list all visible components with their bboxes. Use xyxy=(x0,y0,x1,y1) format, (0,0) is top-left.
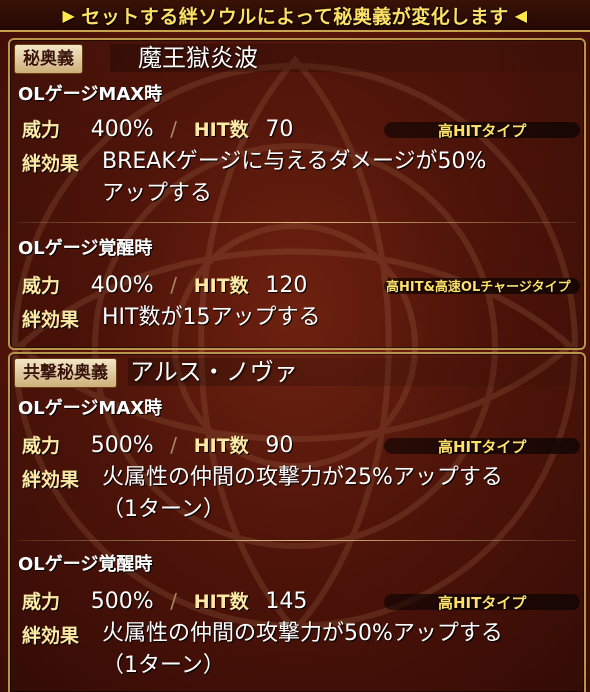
effect-row: 絆効果 xyxy=(22,620,79,651)
effect-row: 絆効果 xyxy=(22,148,79,179)
effect-label: 絆効果 xyxy=(22,469,80,491)
type-label: 高HITタイプ xyxy=(438,122,527,140)
effect-text: 火属性の仲間の攻撃力が50%アップする xyxy=(102,621,503,646)
effect-text: 火属性の仲間の攻撃力が25%アップする xyxy=(102,465,503,490)
hit-label: HIT数 xyxy=(193,435,249,457)
skill-type-badge: 共撃秘奥義 xyxy=(14,358,117,388)
effect-row: 絆効果 xyxy=(22,304,79,335)
skill-type-badge: 秘奥義 xyxy=(14,44,83,74)
hit-value: 70 xyxy=(265,117,294,142)
skill-name: 魔王獄炎波 xyxy=(138,44,258,72)
effect-label: 絆効果 xyxy=(22,153,80,175)
separator: / xyxy=(170,589,178,613)
skill-title-row: 共撃秘奥義 アルス・ノヴァ xyxy=(10,354,584,390)
effect-text-cont: アップする xyxy=(102,181,213,206)
effect-row: 絆効果 xyxy=(22,464,79,495)
effect-text-cont: （1ターン） xyxy=(102,497,225,522)
power-value: 400% xyxy=(90,273,154,298)
hit-label: HIT数 xyxy=(193,275,249,297)
power-label: 威力 xyxy=(22,275,61,297)
hit-value: 90 xyxy=(265,433,294,458)
power-value: 500% xyxy=(90,433,154,458)
separator: / xyxy=(170,273,178,297)
effect-label: 絆効果 xyxy=(22,625,80,647)
power-label: 威力 xyxy=(22,591,61,613)
section-heading-max: OLゲージMAX時 xyxy=(18,84,163,105)
effect-text: BREAKゲージに与えるダメージが50% xyxy=(102,149,487,174)
power-label: 威力 xyxy=(22,119,61,141)
type-label: 高HITタイプ xyxy=(438,438,527,456)
separator: / xyxy=(170,433,178,457)
type-label: 高HITタイプ xyxy=(438,594,527,612)
skill-name: アルス・ノヴァ xyxy=(130,358,298,386)
power-row: 威力 400% / HIT数 70 xyxy=(22,114,293,145)
power-row: 威力 500% / HIT数 145 xyxy=(22,586,307,617)
power-value: 400% xyxy=(90,117,154,142)
section-heading-max: OLゲージMAX時 xyxy=(18,398,163,419)
separator: / xyxy=(170,117,178,141)
section-heading-awake: OLゲージ覚醒時 xyxy=(18,238,153,259)
power-row: 威力 500% / HIT数 90 xyxy=(22,430,293,461)
hit-value: 145 xyxy=(265,589,308,614)
right-triangle-icon: ▶ xyxy=(62,5,76,25)
banner-text: セットする絆ソウルによって秘奥義が変化します xyxy=(81,5,509,28)
power-label: 威力 xyxy=(22,435,61,457)
power-value: 500% xyxy=(90,589,154,614)
left-triangle-icon: ◀ xyxy=(514,5,528,25)
section-heading-awake: OLゲージ覚醒時 xyxy=(18,554,153,575)
power-row: 威力 400% / HIT数 120 xyxy=(22,270,307,301)
skill-panel-1: 秘奥義 魔王獄炎波 OLゲージMAX時 威力 400% / HIT数 70 高H… xyxy=(8,38,586,350)
divider xyxy=(18,222,576,223)
effect-label: 絆効果 xyxy=(22,309,80,331)
divider xyxy=(18,540,576,541)
hit-label: HIT数 xyxy=(193,591,249,613)
info-banner: ▶ セットする絆ソウルによって秘奥義が変化します ◀ xyxy=(0,0,590,32)
hit-label: HIT数 xyxy=(193,119,249,141)
effect-text: HIT数が15アップする xyxy=(102,305,321,330)
type-label: 高HIT&高速OLチャージタイプ xyxy=(386,280,571,295)
skill-panel-2: 共撃秘奥義 アルス・ノヴァ OLゲージMAX時 威力 500% / HIT数 9… xyxy=(8,352,586,692)
effect-text-cont: （1ターン） xyxy=(102,653,225,678)
skill-title-row: 秘奥義 魔王獄炎波 xyxy=(10,40,584,76)
hit-value: 120 xyxy=(265,273,308,298)
